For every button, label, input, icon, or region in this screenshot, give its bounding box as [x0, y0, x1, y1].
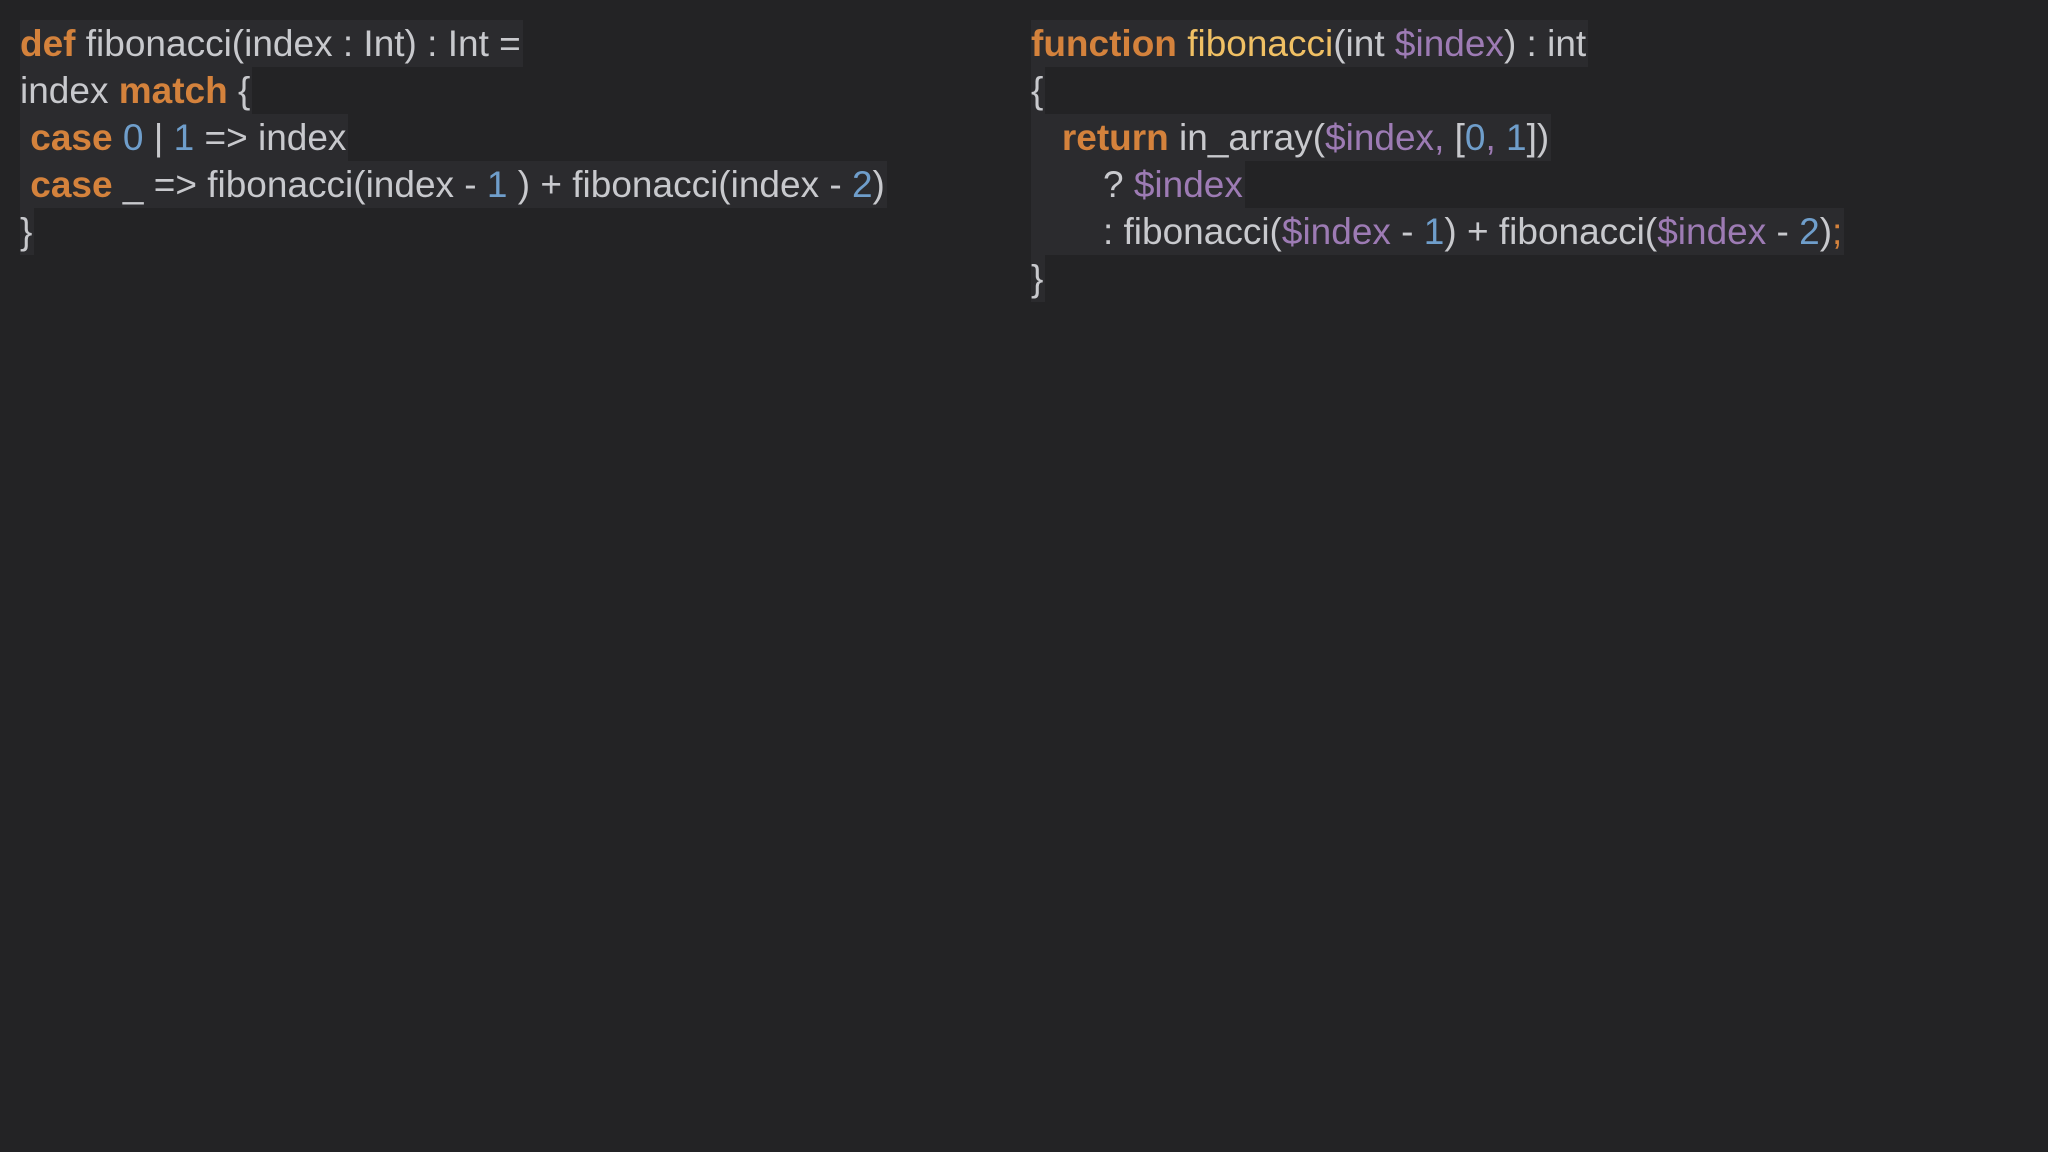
scala-code-block: def fibonacci(index : Int) : Int = index … [20, 20, 887, 255]
code-token: case [30, 117, 113, 158]
code-token: index [20, 70, 119, 111]
code-token: => index [194, 117, 347, 158]
code-line: } [20, 208, 887, 255]
code-token: 1 [173, 117, 195, 158]
code-token: _ => fibonacci(index - [112, 164, 487, 205]
code-token: fibonacci [1187, 23, 1334, 64]
code-token: (int [1333, 23, 1395, 64]
code-token: - [1390, 211, 1424, 252]
code-token: case [30, 164, 113, 205]
code-token: ) : int [1503, 23, 1587, 64]
code-token: 0 [1464, 117, 1486, 158]
code-token: } [20, 211, 33, 252]
code-token: ? [1031, 164, 1134, 205]
code-token: ) [1819, 211, 1833, 252]
code-line-highlight: def fibonacci(index : Int) : Int = [20, 20, 523, 67]
code-token: $index [1281, 211, 1391, 252]
code-line: case 0 | 1 => index [20, 114, 887, 161]
code-token: def [20, 23, 76, 64]
code-token: ; [1832, 211, 1843, 252]
code-token: | [143, 117, 174, 158]
code-line-highlight: ? $index [1031, 161, 1245, 208]
code-line: } [1031, 255, 1844, 302]
code-token: ) + fibonacci( [1444, 211, 1658, 252]
code-token: fibonacci(index : Int) : Int = [75, 23, 521, 64]
code-line: index match { [20, 67, 887, 114]
code-comparison-view: def fibonacci(index : Int) : Int = index … [0, 0, 2048, 1152]
code-line: return in_array($index, [0, 1]) [1031, 114, 1844, 161]
code-line-highlight: } [20, 208, 35, 255]
code-line: ? $index [1031, 161, 1844, 208]
code-token: in_array( [1168, 117, 1326, 158]
code-token: { [1031, 70, 1044, 111]
code-line-highlight: { [1031, 67, 1046, 114]
code-token: } [1031, 258, 1044, 299]
code-line: : fibonacci($index - 1) + fibonacci($ind… [1031, 208, 1845, 255]
code-line-highlight: return in_array($index, [0, 1]) [1031, 114, 1552, 161]
code-token: match [118, 70, 228, 111]
code-token: return [1061, 117, 1169, 158]
code-line-highlight: : fibonacci($index - 1) + fibonacci($ind… [1031, 208, 1845, 255]
code-token: 2 [851, 164, 873, 205]
code-token: ]) [1526, 117, 1550, 158]
code-line: function fibonacci(int $index) : int [1031, 20, 1844, 67]
code-token: ) + fibonacci(index - [507, 164, 852, 205]
code-line-highlight: } [1031, 255, 1046, 302]
code-token: 1 [1423, 211, 1445, 252]
code-token: $index [1325, 117, 1435, 158]
code-token: $index [1133, 164, 1243, 205]
code-token: : fibonacci( [1031, 211, 1282, 252]
code-token: $index [1657, 211, 1767, 252]
code-line: case _ => fibonacci(index - 1 ) + fibona… [20, 161, 887, 208]
code-line-highlight: case 0 | 1 => index [20, 114, 349, 161]
code-token: { [227, 70, 251, 111]
code-token: 2 [1799, 211, 1820, 252]
code-line: { [1031, 67, 1844, 114]
code-line-highlight: case _ => fibonacci(index - 1 ) + fibona… [20, 161, 887, 208]
code-token: function [1031, 23, 1177, 64]
code-token: 1 [1506, 117, 1527, 158]
code-token: $index [1394, 23, 1504, 64]
code-token: [ [1454, 117, 1465, 158]
code-token: 1 [486, 164, 508, 205]
code-line-highlight: function fibonacci(int $index) : int [1031, 20, 1589, 67]
code-line-highlight: index match { [20, 67, 253, 114]
code-token: ) [872, 164, 885, 205]
code-token: , [1485, 117, 1507, 158]
php-code-block: function fibonacci(int $index) : int{ re… [1031, 20, 1845, 302]
code-token: - [1766, 211, 1800, 252]
code-line: def fibonacci(index : Int) : Int = [20, 20, 887, 67]
code-token: 0 [122, 117, 144, 158]
code-token: , [1434, 117, 1455, 158]
